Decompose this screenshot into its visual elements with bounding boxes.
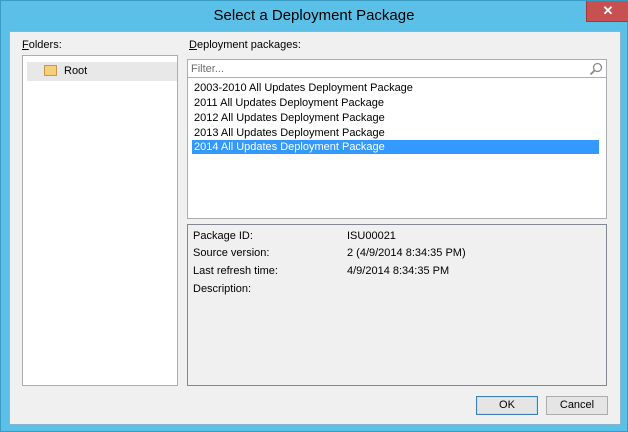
package-list-item[interactable]: 2012 All Updates Deployment Package bbox=[192, 111, 599, 125]
tree-item-root[interactable]: Root bbox=[27, 62, 177, 81]
package-id-value: ISU00021 bbox=[347, 230, 396, 242]
package-list-item[interactable]: 2011 All Updates Deployment Package bbox=[192, 96, 599, 110]
close-icon: ✕ bbox=[602, 3, 614, 18]
source-version-label: Source version: bbox=[193, 247, 270, 259]
source-version-value: 2 (4/9/2014 8:34:35 PM) bbox=[347, 247, 466, 259]
folders-label-rest: olders: bbox=[28, 39, 62, 51]
description-label: Description: bbox=[193, 283, 252, 295]
folders-tree[interactable]: Root bbox=[22, 55, 178, 386]
folders-label: Folders: bbox=[22, 39, 62, 51]
filter-field[interactable] bbox=[187, 59, 607, 78]
ok-button[interactable]: OK bbox=[476, 396, 538, 415]
folders-label-mnemonic: F bbox=[22, 39, 29, 51]
dialog-window: Select a Deployment Package ✕ Folders: R… bbox=[0, 0, 628, 432]
deployment-packages-label-mnemonic: D bbox=[189, 39, 197, 51]
folder-icon bbox=[44, 65, 57, 76]
dialog-title: Select a Deployment Package bbox=[213, 7, 415, 24]
close-button[interactable]: ✕ bbox=[586, 1, 628, 22]
package-id-label: Package ID: bbox=[193, 230, 253, 242]
package-list-item[interactable]: 2013 All Updates Deployment Package bbox=[192, 126, 599, 140]
filter-input[interactable] bbox=[191, 62, 581, 76]
last-refresh-label: Last refresh time: bbox=[193, 265, 278, 277]
tree-item-label: Root bbox=[64, 65, 88, 77]
title-bar[interactable]: Select a Deployment Package ✕ bbox=[1, 1, 628, 31]
package-details-panel: Package ID: ISU00021 Source version: 2 (… bbox=[187, 224, 607, 386]
deployment-packages-label: Deployment packages: bbox=[189, 39, 301, 51]
cancel-button[interactable]: Cancel bbox=[546, 396, 608, 415]
last-refresh-value: 4/9/2014 8:34:35 PM bbox=[347, 265, 450, 277]
package-list-item[interactable]: 2003-2010 All Updates Deployment Package bbox=[192, 81, 599, 95]
package-list-item-selected[interactable]: 2014 All Updates Deployment Package bbox=[192, 140, 599, 154]
deployment-packages-list[interactable]: 2003-2010 All Updates Deployment Package… bbox=[187, 78, 607, 219]
search-icon[interactable] bbox=[589, 62, 603, 76]
dialog-client-area: Folders: Root Deployment packages: 2003-… bbox=[9, 31, 621, 425]
deployment-packages-label-rest: eployment packages: bbox=[196, 39, 301, 51]
